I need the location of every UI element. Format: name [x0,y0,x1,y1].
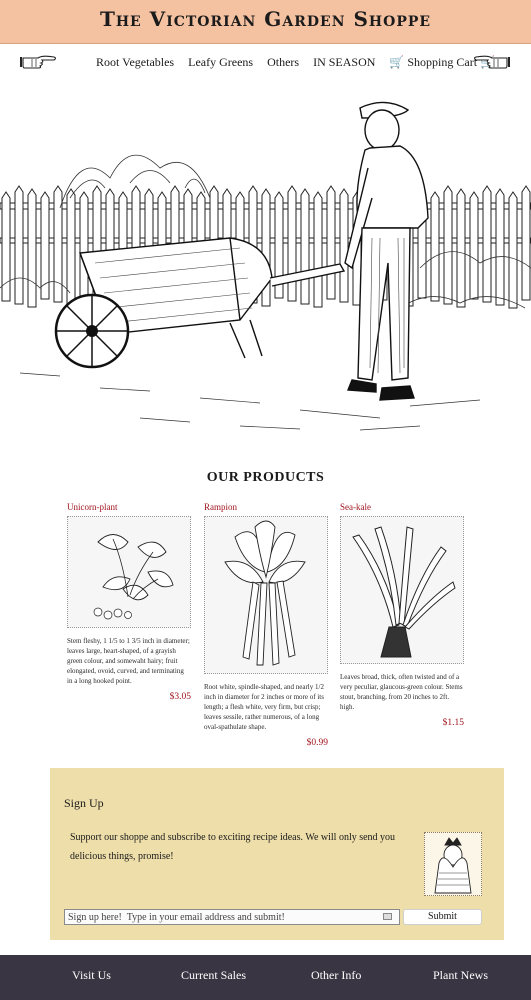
product-description: Root white, spindle-shaped, and nearly 1… [204,683,324,731]
fence-picket [443,185,453,305]
product-name[interactable]: Sea-kale [340,502,464,512]
product-price: $3.05 [169,692,191,702]
nav-item-in-season[interactable]: IN SEASON [313,55,375,69]
product-image-rampion[interactable] [204,516,328,674]
site-header: The Victorian Garden Shoppe [0,0,531,44]
fence-picket [326,185,336,300]
fence-picket [469,191,479,300]
fence-picket [53,185,63,303]
keyboard-icon [383,913,392,920]
product-name[interactable]: Rampion [204,502,328,512]
queen-portrait-image [424,832,482,896]
shopping-cart-icon: 🛒 [389,55,405,69]
product-description: Leaves broad, thick, often twisted and o… [340,673,463,711]
fence-picket [430,191,440,302]
fence-picket [287,185,297,302]
footer-link-other-info[interactable]: Other Info [311,968,361,983]
footer-link-current-sales[interactable]: Current Sales [181,968,246,983]
product-price: $0.99 [306,738,328,748]
hero-illustration [0,88,531,450]
fence-picket [482,185,492,303]
product-image-sea-kale[interactable] [340,516,464,664]
product-card-sea-kale[interactable]: Sea-kale Leaves broad, thick, often twis… [340,502,464,728]
pointing-hand-icon [18,51,58,78]
product-description: Stem fleshy, 1 1/5 to 1 3/5 inch in diam… [67,637,190,685]
footer-link-visit-us[interactable]: Visit Us [72,968,111,983]
fence-picket [508,191,518,309]
fence-picket [456,188,466,308]
fence-picket [521,185,531,301]
fence-picket [495,188,505,306]
nav-item-root-vegetables[interactable]: Root Vegetables [96,55,174,69]
main-nav: Root Vegetables Leafy Greens Others IN S… [0,50,531,76]
signup-heading: Sign Up [64,796,104,810]
fence-picket [14,185,24,305]
fence-picket [27,188,37,308]
nav-item-others[interactable]: Others [267,55,299,69]
email-input[interactable] [64,909,400,925]
shopping-cart-label: Shopping Cart [407,55,478,69]
fence-picket [313,191,323,308]
product-image-unicorn-plant[interactable] [67,516,191,628]
product-price: $1.15 [442,718,464,728]
fence-picket [339,188,349,303]
site-footer: Visit Us Current Sales Other Info Plant … [0,955,531,1000]
submit-button[interactable]: Submit [403,909,482,925]
signup-panel: Sign Up Support our shoppe and subscribe… [50,768,504,940]
nav-item-leafy-greens[interactable]: Leafy Greens [188,55,253,69]
product-card-rampion[interactable]: Rampion Root white, spindle-shaped, and … [204,502,328,748]
fence-picket [66,188,76,306]
products-heading: OUR PRODUCTS [206,470,325,485]
product-card-unicorn-plant[interactable]: Unicorn-plant Stem fleshy, 1 1/5 to 1 3/… [67,502,191,702]
product-name[interactable]: Unicorn-plant [67,502,191,512]
footer-link-plant-news[interactable]: Plant News [433,968,488,983]
fence-picket [300,188,310,305]
fence-picket [79,191,89,309]
pointing-hand-icon [472,51,512,78]
signup-text: Support our shoppe and subscribe to exci… [70,832,396,862]
nav-links: Root Vegetables Leafy Greens Others IN S… [96,55,495,70]
site-title: The Victorian Garden Shoppe [99,7,432,31]
